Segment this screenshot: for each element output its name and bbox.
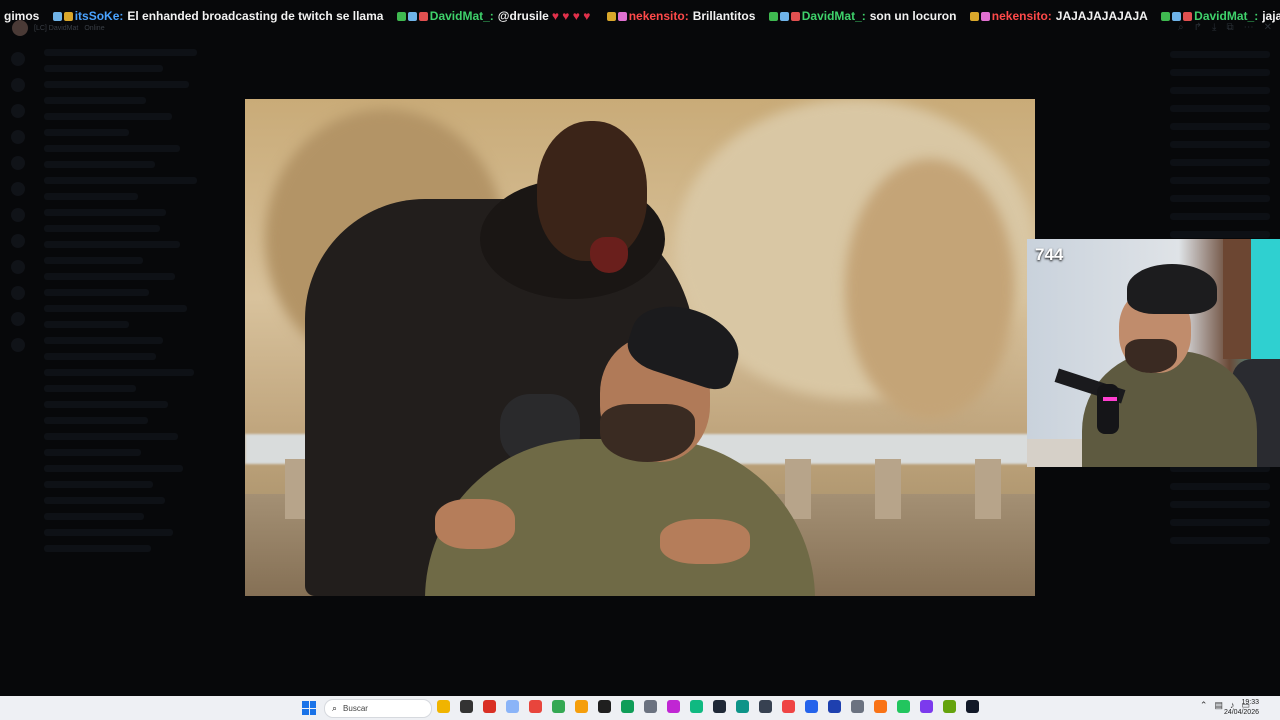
badge-icon: [779, 12, 789, 21]
taskbar-app-icon[interactable]: [437, 700, 450, 713]
channel-list: [44, 40, 214, 561]
chat-ticker: gimos itsSoKe: El enhanded broadcasting d…: [0, 6, 1280, 26]
chat-message: DavidMat_: son un locuron: [768, 9, 956, 23]
shared-photo[interactable]: [245, 99, 1035, 596]
chat-message: itsSoKe: El enhanded broadcasting de twit…: [52, 9, 383, 23]
badge-icon: [418, 12, 428, 21]
search-icon: ⌕: [332, 703, 338, 713]
network-icon[interactable]: ▤: [1214, 700, 1223, 711]
taskbar-app-icon[interactable]: [713, 700, 726, 713]
badge-icon: [790, 12, 800, 21]
badge-icon: [63, 12, 73, 21]
clock-date: 24/04/2026: [1223, 709, 1259, 716]
taskbar-app-icon[interactable]: [920, 700, 933, 713]
heart-emote-icon: ♥ ♥ ♥ ♥: [551, 9, 591, 23]
badge-icon: [980, 12, 990, 21]
badge-icon: [768, 12, 778, 21]
badge-icon: [1172, 12, 1182, 21]
taskbar-app-icon[interactable]: [782, 700, 795, 713]
clock[interactable]: 19:33 24/04/2026: [1224, 698, 1259, 718]
webcam-overlay: 744: [1027, 239, 1280, 467]
taskbar-app-icon[interactable]: [483, 700, 496, 713]
viewer-count: 744: [1035, 245, 1064, 264]
taskbar-app-icon[interactable]: [897, 700, 910, 713]
clock-time: 19:33: [1241, 699, 1259, 706]
chat-message: DavidMat_:jajaja: [1161, 9, 1280, 23]
chat-message: DavidMat_: @drusile ♥ ♥ ♥ ♥: [396, 9, 594, 23]
chat-message: nekensito: Brillantitos: [606, 9, 755, 23]
taskbar-app-icon[interactable]: [598, 700, 611, 713]
taskbar-app-icon[interactable]: [644, 700, 657, 713]
taskbar-app-icon[interactable]: [667, 700, 680, 713]
taskbar-app-icon[interactable]: [828, 700, 841, 713]
search-input[interactable]: ⌕ Buscar: [324, 699, 432, 718]
taskbar: ⌕ Buscar ⌃ ▤ ♪ ▭ 19:33 24/04/2026: [0, 696, 1280, 720]
start-button[interactable]: [302, 701, 316, 715]
badge-icon: [407, 12, 417, 21]
chevron-up-icon[interactable]: ⌃: [1200, 700, 1208, 711]
taskbar-app-icon[interactable]: [506, 700, 519, 713]
taskbar-apps: [437, 700, 979, 713]
taskbar-app-icon[interactable]: [575, 700, 588, 713]
taskbar-app-icon[interactable]: [943, 700, 956, 713]
badge-icon: [52, 12, 62, 21]
taskbar-app-icon[interactable]: [460, 700, 473, 713]
taskbar-app-icon[interactable]: [552, 700, 565, 713]
chat-message: gimos: [4, 9, 40, 23]
taskbar-app-icon[interactable]: [966, 700, 979, 713]
badge-icon: [1183, 12, 1193, 21]
taskbar-app-icon[interactable]: [805, 700, 818, 713]
badge-icon: [606, 12, 616, 21]
server-rail: [0, 40, 36, 660]
taskbar-app-icon[interactable]: [736, 700, 749, 713]
taskbar-app-icon[interactable]: [851, 700, 864, 713]
badge-icon: [1161, 12, 1171, 21]
badge-icon: [969, 12, 979, 21]
taskbar-app-icon[interactable]: [759, 700, 772, 713]
search-placeholder: Buscar: [343, 704, 368, 713]
badge-icon: [396, 12, 406, 21]
taskbar-app-icon[interactable]: [621, 700, 634, 713]
badge-icon: [617, 12, 627, 21]
chat-message: nekensito: JAJAJAJAJAJA: [969, 9, 1148, 23]
taskbar-app-icon[interactable]: [690, 700, 703, 713]
taskbar-app-icon[interactable]: [874, 700, 887, 713]
taskbar-app-icon[interactable]: [529, 700, 542, 713]
